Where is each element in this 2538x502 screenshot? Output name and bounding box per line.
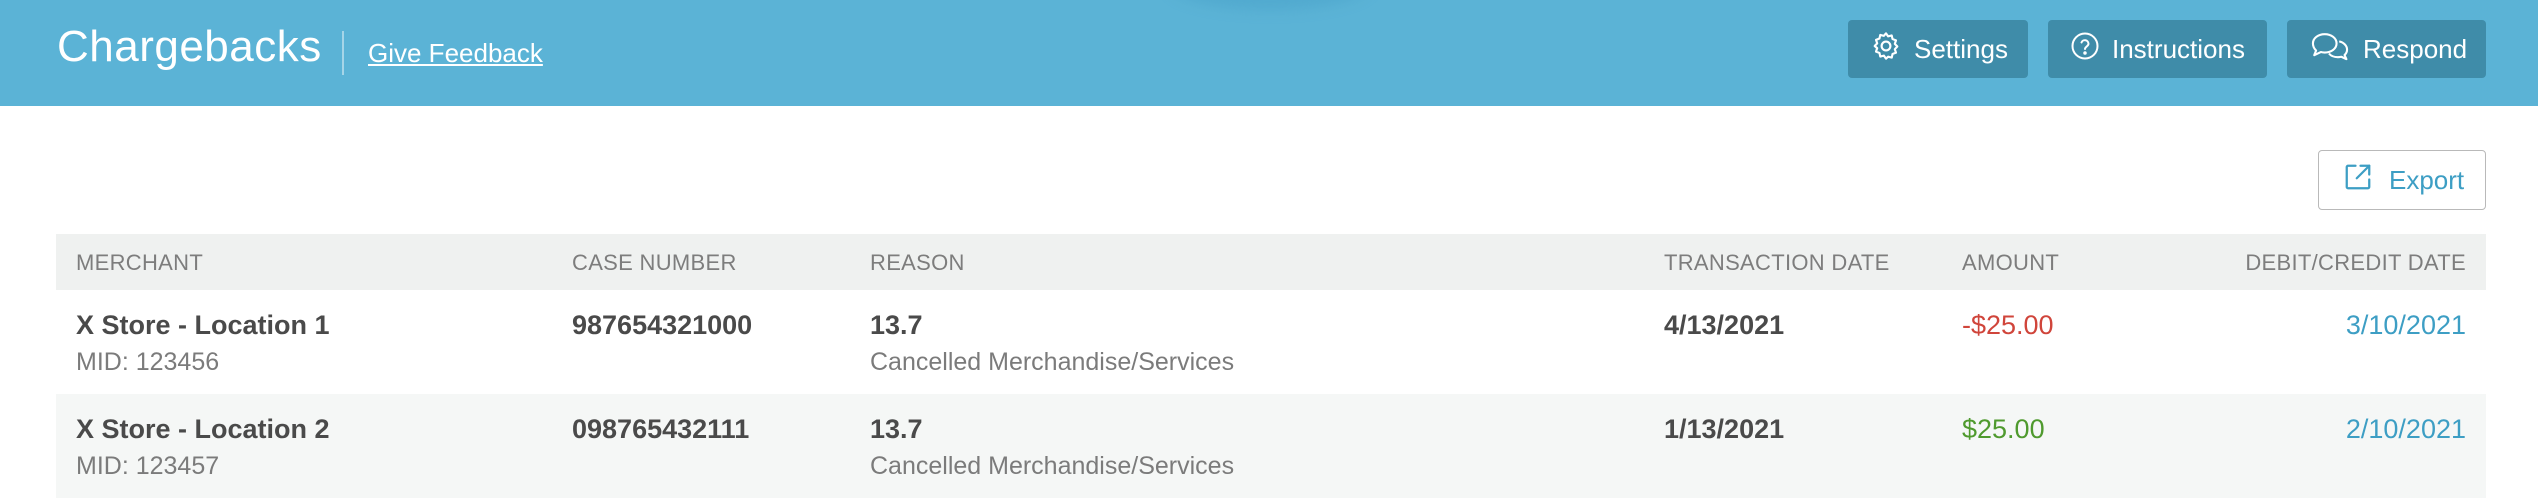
reason-code: 13.7 <box>870 414 923 444</box>
transaction-date: 1/13/2021 <box>1664 414 1785 444</box>
settings-button-label: Settings <box>1914 33 2008 64</box>
column-header-merchant[interactable]: MERCHANT <box>76 250 203 276</box>
export-button[interactable]: Export <box>2318 150 2486 210</box>
column-header-reason[interactable]: REASON <box>870 250 965 276</box>
question-circle-icon <box>2070 31 2112 68</box>
reason-code: 13.7 <box>870 310 923 340</box>
instructions-button[interactable]: Instructions <box>2048 20 2267 78</box>
column-header-amount[interactable]: AMOUNT <box>1962 250 2059 276</box>
table-header: MERCHANT CASE NUMBER REASON TRANSACTION … <box>56 234 2486 290</box>
table-row[interactable]: X Store - Location 1 MID: 123456 9876543… <box>56 290 2486 394</box>
amount-value: -$25.00 <box>1962 310 2054 340</box>
header-decoration <box>1170 0 1370 10</box>
title-divider <box>342 31 344 75</box>
merchant-mid: MID: 123456 <box>76 348 220 376</box>
app-header: Chargebacks Give Feedback Settings Instr… <box>0 0 2538 106</box>
column-header-debit-credit-date[interactable]: DEBIT/CREDIT DATE <box>2245 250 2466 276</box>
column-header-transaction-date[interactable]: TRANSACTION DATE <box>1664 250 1890 276</box>
table-row[interactable]: X Store - Location 2 MID: 123457 0987654… <box>56 394 2486 498</box>
chat-bubbles-icon <box>2309 30 2363 69</box>
merchant-mid: MID: 123457 <box>76 452 220 480</box>
give-feedback-link[interactable]: Give Feedback <box>368 38 543 69</box>
app-title: Chargebacks <box>57 22 322 71</box>
case-number: 098765432111 <box>572 414 750 444</box>
merchant-name: X Store - Location 2 <box>76 414 330 444</box>
respond-button[interactable]: Respond <box>2287 20 2486 78</box>
settings-button[interactable]: Settings <box>1848 20 2028 78</box>
gear-icon <box>1870 30 1914 69</box>
transaction-date: 4/13/2021 <box>1664 310 1785 340</box>
case-number: 987654321000 <box>572 310 753 340</box>
instructions-button-label: Instructions <box>2112 33 2245 64</box>
chargebacks-table: MERCHANT CASE NUMBER REASON TRANSACTION … <box>56 234 2486 498</box>
merchant-name: X Store - Location 1 <box>76 310 330 340</box>
export-button-label: Export <box>2389 164 2465 195</box>
debit-credit-date-link[interactable]: 2/10/2021 <box>2346 414 2466 445</box>
amount-value: $25.00 <box>1962 414 2045 444</box>
column-header-case-number[interactable]: CASE NUMBER <box>572 250 737 276</box>
reason-description: Cancelled Merchandise/Services <box>870 452 1235 480</box>
external-link-icon <box>2343 162 2389 199</box>
reason-description: Cancelled Merchandise/Services <box>870 348 1235 376</box>
respond-button-label: Respond <box>2363 33 2468 64</box>
debit-credit-date-link[interactable]: 3/10/2021 <box>2346 310 2466 341</box>
